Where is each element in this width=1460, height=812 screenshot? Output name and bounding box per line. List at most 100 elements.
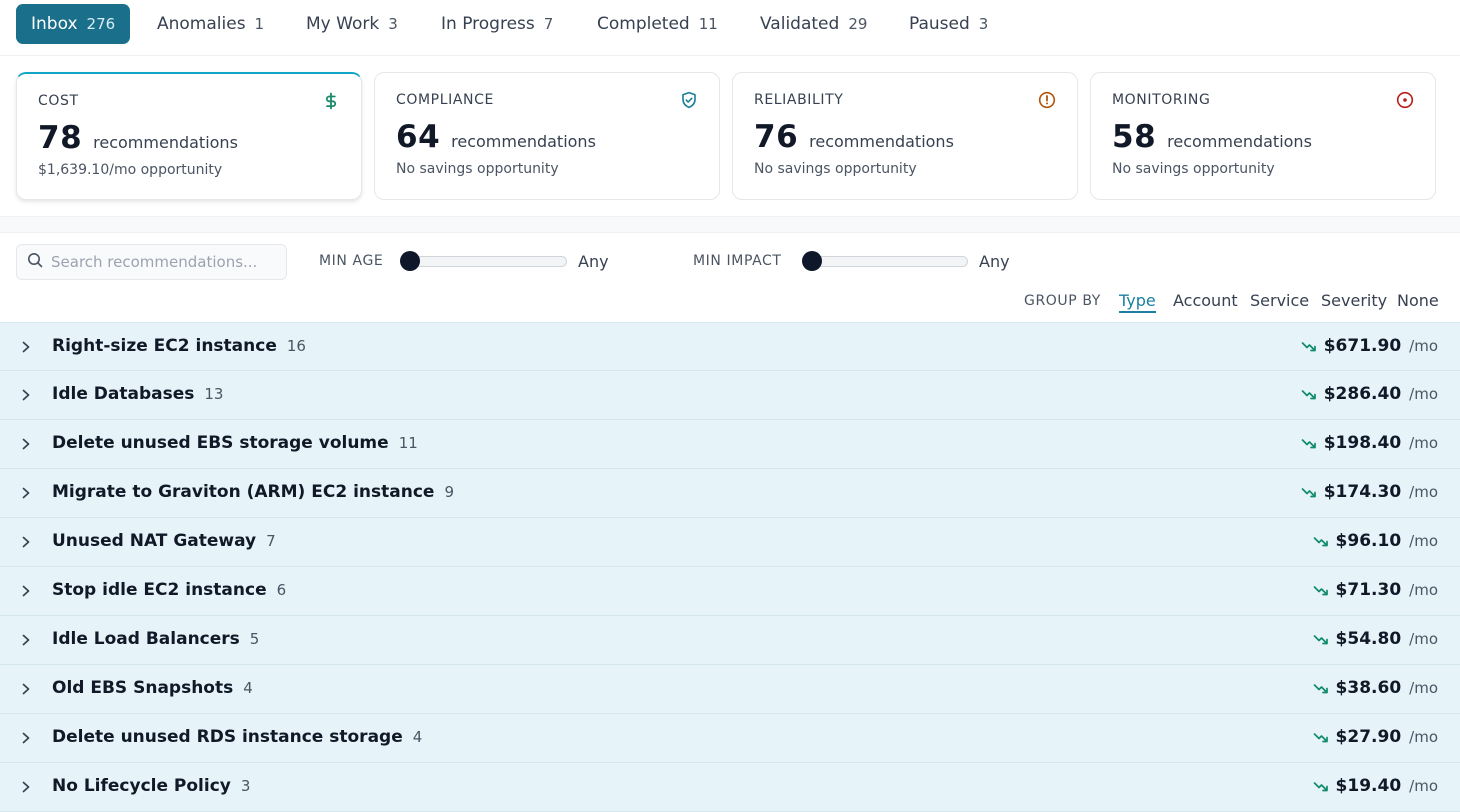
group-by-none[interactable]: None (1397, 291, 1439, 310)
chevron-right-icon[interactable] (20, 682, 32, 696)
group-savings-unit: /mo (1409, 777, 1438, 795)
group-savings-unit: /mo (1409, 483, 1438, 501)
trend-down-icon (1313, 586, 1328, 596)
chevron-right-icon[interactable] (20, 437, 32, 451)
tab-label: Validated (760, 14, 840, 34)
card-monitoring[interactable]: MONITORING 58 recommendations No savings… (1090, 72, 1436, 200)
trend-down-icon (1313, 537, 1328, 547)
tab-validated[interactable]: Validated 29 (745, 4, 882, 44)
min-impact-slider-handle[interactable] (802, 251, 822, 271)
group-row[interactable]: Old EBS Snapshots 4 $38.60/mo (0, 665, 1460, 714)
card-reliability[interactable]: RELIABILITY 76 recommendations No saving… (732, 72, 1078, 200)
chevron-right-icon[interactable] (20, 633, 32, 647)
search-input[interactable] (51, 253, 271, 271)
group-by-account[interactable]: Account (1173, 291, 1238, 310)
group-row[interactable]: Idle Databases 13 $286.40/mo (0, 371, 1460, 420)
group-row[interactable]: No Lifecycle Policy 3 $19.40/mo (0, 763, 1460, 812)
group-savings-unit: /mo (1409, 581, 1438, 599)
min-impact-label: MIN IMPACT (693, 253, 782, 269)
search-icon (27, 252, 43, 272)
group-savings-amount: $38.60 (1335, 678, 1402, 698)
tab-count: 11 (698, 15, 718, 33)
target-icon (1396, 91, 1414, 109)
tab-paused[interactable]: Paused 3 (894, 4, 1003, 44)
tab-count: 276 (86, 15, 116, 33)
tab-in-progress[interactable]: In Progress 7 (426, 4, 568, 44)
card-savings: No savings opportunity (754, 161, 917, 177)
tab-inbox[interactable]: Inbox 276 (16, 4, 131, 44)
group-name: Migrate to Graviton (ARM) EC2 instance (52, 482, 435, 502)
tab-anomalies[interactable]: Anomalies 1 (142, 4, 279, 44)
card-unit: recommendations (809, 132, 954, 151)
group-row[interactable]: Right-size EC2 instance 16 $671.90/mo (0, 322, 1460, 371)
shield-check-icon (680, 91, 698, 109)
chevron-right-icon[interactable] (20, 486, 32, 500)
status-tabs: Inbox 276 Anomalies 1 My Work 3 In Progr… (0, 0, 1460, 56)
min-age-slider-track[interactable] (402, 256, 567, 267)
trend-down-icon (1301, 390, 1316, 400)
card-unit: recommendations (1167, 132, 1312, 151)
group-savings-amount: $174.30 (1323, 482, 1402, 502)
min-age-slider-handle[interactable] (400, 251, 420, 271)
group-name: Stop idle EC2 instance (52, 580, 267, 600)
alert-circle-icon (1038, 91, 1056, 109)
chevron-right-icon[interactable] (20, 780, 32, 794)
min-impact-slider-track[interactable] (803, 256, 968, 267)
min-age-value: Any (578, 252, 609, 271)
group-name: Unused NAT Gateway (52, 531, 257, 551)
group-count: 5 (249, 630, 260, 648)
trend-down-icon (1313, 635, 1328, 645)
group-row[interactable]: Stop idle EC2 instance 6 $71.30/mo (0, 567, 1460, 616)
group-count: 3 (240, 777, 251, 795)
tab-count: 7 (543, 15, 554, 33)
group-savings-amount: $671.90 (1323, 336, 1402, 356)
card-cost[interactable]: COST 78 recommendations $1,639.10/mo opp… (16, 72, 362, 200)
min-age-label: MIN AGE (319, 253, 384, 269)
trend-down-icon (1313, 684, 1328, 694)
trend-down-icon (1313, 782, 1328, 792)
chevron-right-icon[interactable] (20, 388, 32, 402)
group-row[interactable]: Delete unused EBS storage volume 11 $198.… (0, 420, 1460, 469)
tab-label: Inbox (31, 14, 78, 34)
group-count: 6 (276, 581, 287, 599)
group-count: 16 (286, 337, 306, 355)
group-by-service[interactable]: Service (1250, 291, 1309, 310)
group-savings-amount: $198.40 (1323, 433, 1402, 453)
card-title: MONITORING (1112, 92, 1211, 108)
group-count: 4 (412, 728, 423, 746)
group-count: 7 (266, 532, 276, 550)
recommendation-groups: Right-size EC2 instance 16 $671.90/mo Idl… (0, 322, 1460, 812)
min-impact-value: Any (979, 252, 1010, 271)
group-row[interactable]: Delete unused RDS instance storage 4 $27.… (0, 714, 1460, 763)
card-compliance[interactable]: COMPLIANCE 64 recommendations No savings… (374, 72, 720, 200)
card-count: 76 (754, 119, 799, 155)
group-name: Delete unused RDS instance storage (52, 727, 403, 747)
trend-down-icon (1301, 488, 1316, 498)
trend-down-icon (1301, 439, 1316, 449)
tab-my-work[interactable]: My Work 3 (291, 4, 413, 44)
category-cards: COST 78 recommendations $1,639.10/mo opp… (0, 56, 1460, 216)
group-by-label: GROUP BY (1024, 293, 1101, 309)
chevron-right-icon[interactable] (20, 535, 32, 549)
chevron-right-icon[interactable] (20, 731, 32, 745)
search-box[interactable] (16, 244, 287, 280)
group-row[interactable]: Unused NAT Gateway 7 $96.10/mo (0, 518, 1460, 567)
tab-label: Paused (909, 14, 970, 34)
chevron-right-icon[interactable] (20, 584, 32, 598)
card-title: COST (38, 93, 79, 109)
group-row[interactable]: Idle Load Balancers 5 $54.80/mo (0, 616, 1460, 665)
group-name: Delete unused EBS storage volume (52, 433, 389, 453)
group-savings-amount: $54.80 (1335, 629, 1402, 649)
group-by-severity[interactable]: Severity (1321, 291, 1387, 310)
chevron-right-icon[interactable] (20, 340, 32, 354)
tab-label: My Work (306, 14, 380, 34)
group-count: 13 (204, 385, 224, 403)
tab-label: In Progress (441, 14, 535, 34)
group-row[interactable]: Migrate to Graviton (ARM) EC2 instance 9 … (0, 469, 1460, 518)
group-name: Idle Load Balancers (52, 629, 240, 649)
card-count: 58 (1112, 119, 1157, 155)
group-savings-amount: $27.90 (1335, 727, 1402, 747)
tab-completed[interactable]: Completed 11 (582, 4, 733, 44)
tab-label: Anomalies (157, 14, 246, 34)
group-by-type[interactable]: Type (1119, 291, 1156, 313)
